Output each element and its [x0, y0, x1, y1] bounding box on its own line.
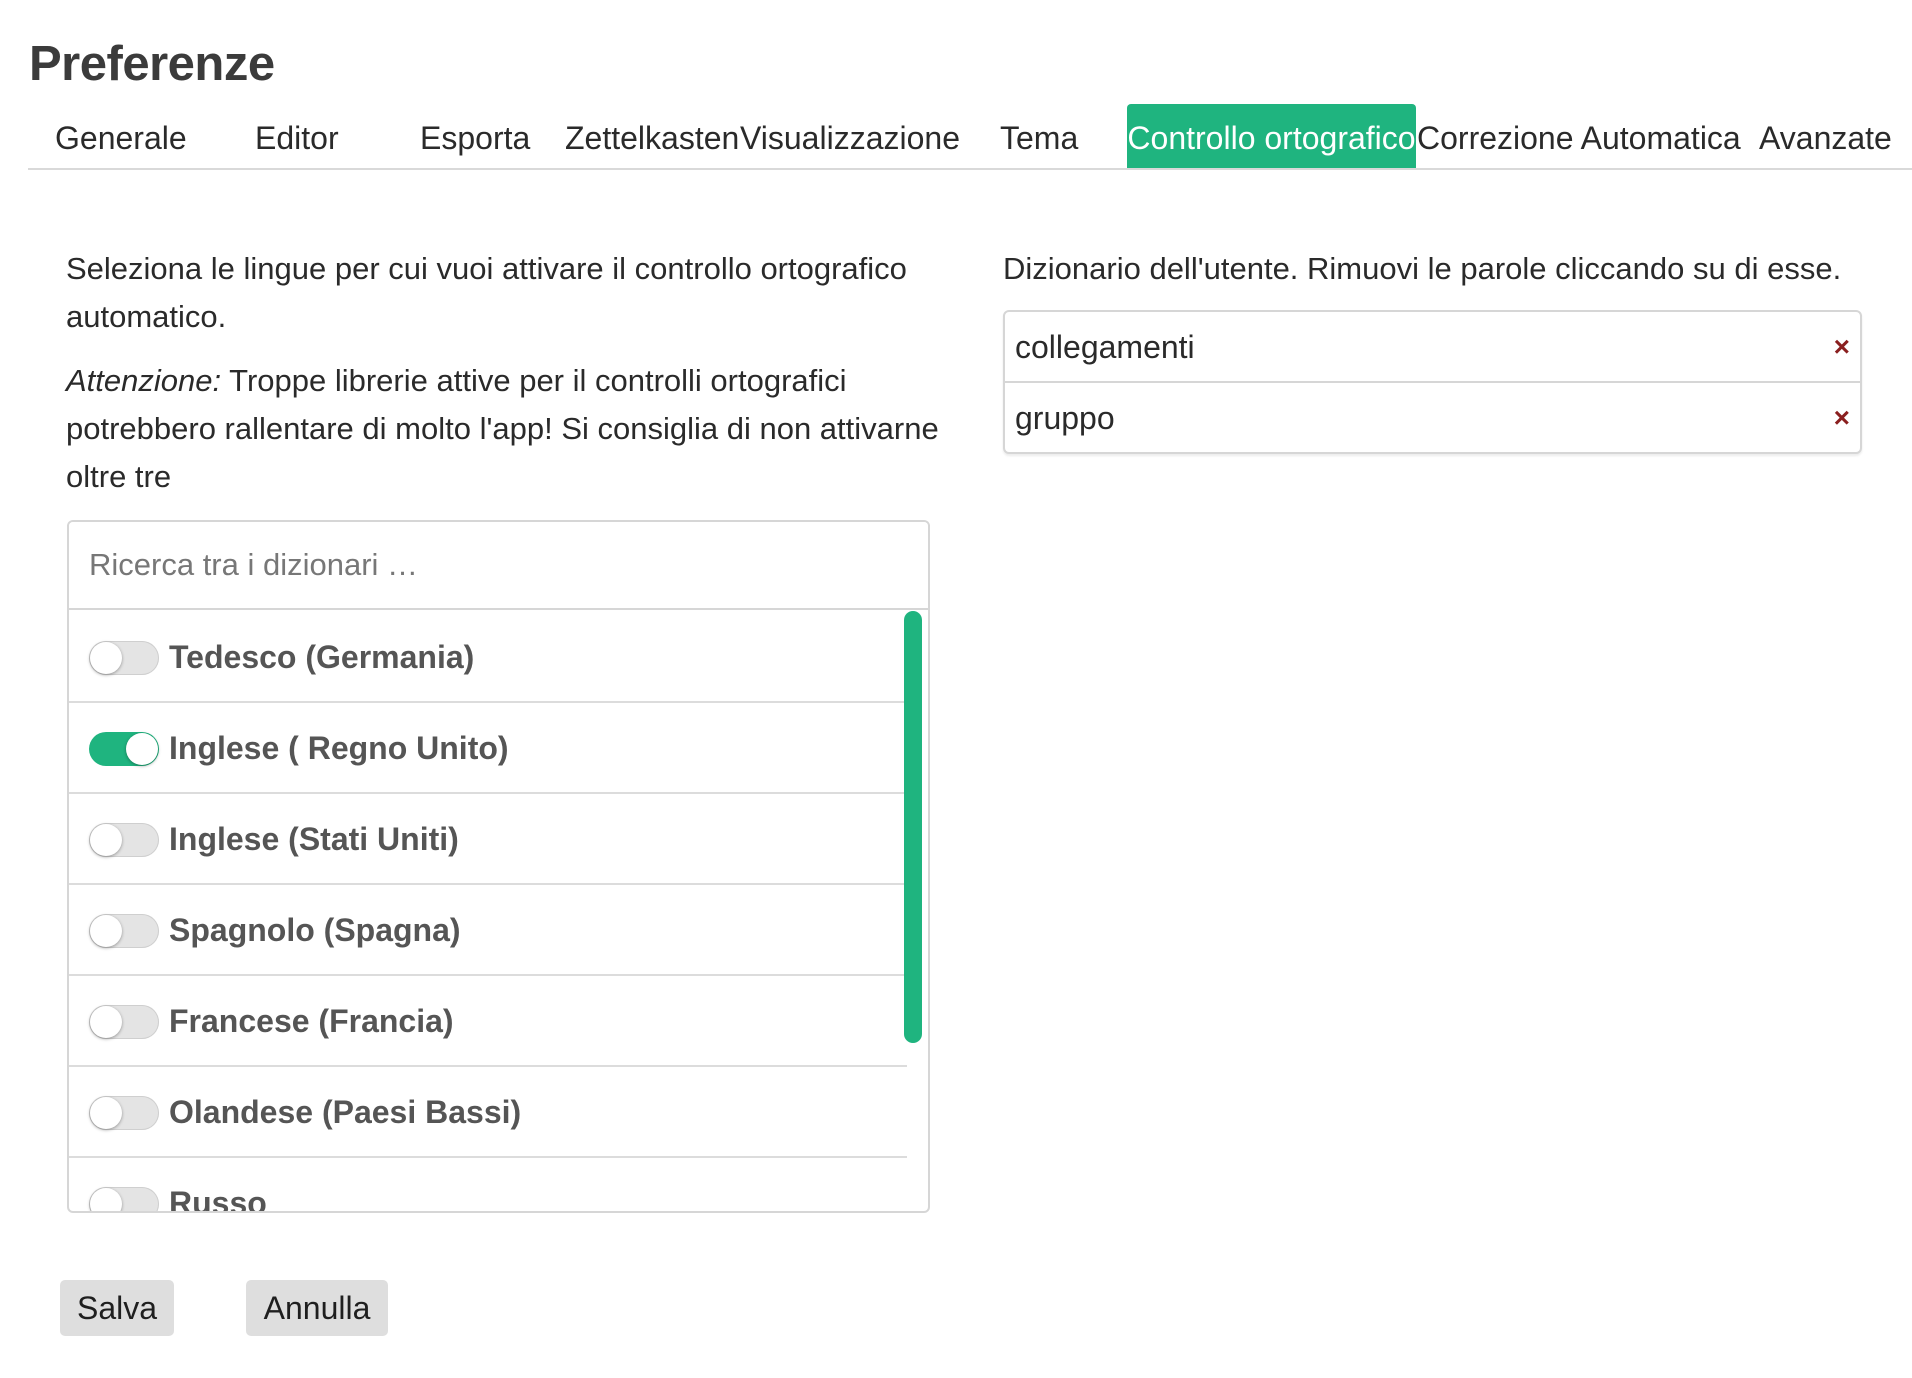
spellcheck-description: Seleziona le lingue per cui vuoi attivar… — [66, 245, 946, 501]
tab-avanzate[interactable]: Avanzate — [1759, 104, 1892, 168]
tab-visualizzazione[interactable]: Visualizzazione — [740, 104, 960, 168]
dictionary-row-russo: Russo — [69, 1158, 907, 1212]
user-word-row[interactable]: collegamenti × — [1005, 312, 1860, 383]
tab-controllo-ortografico[interactable]: Controllo ortografico — [1127, 104, 1416, 168]
dictionary-toggle[interactable] — [89, 914, 159, 948]
dictionary-row-inglese-uk: Inglese ( Regno Unito) — [69, 703, 907, 794]
user-dictionary-list: collegamenti × gruppo × — [1003, 310, 1862, 454]
user-word-label: collegamenti — [1015, 329, 1195, 365]
dictionary-label: Tedesco (Germania) — [169, 639, 475, 675]
dictionary-list-scrollbar[interactable] — [904, 611, 922, 1043]
tab-correzione-automatica[interactable]: Correzione Automatica — [1417, 104, 1741, 168]
dictionary-label: Russo — [169, 1185, 267, 1212]
save-button[interactable]: Salva — [60, 1280, 174, 1336]
tab-editor[interactable]: Editor — [255, 104, 339, 168]
toggle-knob — [90, 1188, 122, 1211]
tab-bar: Generale Editor Esporta Zettelkasten Vis… — [28, 104, 1912, 170]
tab-tema[interactable]: Tema — [1000, 104, 1078, 168]
toggle-knob — [90, 642, 122, 674]
dictionary-list: Tedesco (Germania) Inglese ( Regno Unito… — [69, 612, 907, 1212]
dictionary-search-input[interactable] — [69, 522, 928, 610]
tab-esporta[interactable]: Esporta — [420, 104, 530, 168]
user-dictionary-caption: Dizionario dell'utente. Rimuovi le parol… — [1003, 251, 1842, 286]
toggle-knob — [126, 733, 158, 765]
remove-icon[interactable]: × — [1834, 383, 1850, 452]
dictionary-toggle[interactable] — [89, 732, 159, 766]
page-title: Preferenze — [29, 37, 275, 91]
toggle-knob — [90, 1097, 122, 1129]
dictionary-toggle[interactable] — [89, 1005, 159, 1039]
cancel-button[interactable]: Annulla — [246, 1280, 388, 1336]
remove-icon[interactable]: × — [1834, 312, 1850, 382]
dictionary-row-spagnolo: Spagnolo (Spagna) — [69, 885, 907, 976]
intro-text: Seleziona le lingue per cui vuoi attivar… — [66, 251, 907, 334]
dictionary-label: Francese (Francia) — [169, 1003, 454, 1039]
dictionary-label: Spagnolo (Spagna) — [169, 912, 461, 948]
user-word-label: gruppo — [1015, 400, 1115, 436]
warning-label: Attenzione: — [66, 363, 222, 398]
preferences-window: Preferenze Generale Editor Esporta Zette… — [0, 0, 1912, 1378]
tab-generale[interactable]: Generale — [55, 104, 187, 168]
tab-zettelkasten[interactable]: Zettelkasten — [565, 104, 739, 168]
dictionary-toggle[interactable] — [89, 823, 159, 857]
toggle-knob — [90, 915, 122, 947]
dictionary-row-tedesco: Tedesco (Germania) — [69, 612, 907, 703]
toggle-knob — [90, 824, 122, 856]
dictionary-row-olandese: Olandese (Paesi Bassi) — [69, 1067, 907, 1158]
dictionary-row-francese: Francese (Francia) — [69, 976, 907, 1067]
dictionary-label: Olandese (Paesi Bassi) — [169, 1094, 522, 1130]
dictionary-toggle[interactable] — [89, 1187, 159, 1211]
warning-text: Attenzione: Troppe librerie attive per i… — [66, 357, 946, 501]
dictionary-selector: Tedesco (Germania) Inglese ( Regno Unito… — [67, 520, 930, 1213]
dictionary-toggle[interactable] — [89, 641, 159, 675]
user-word-row[interactable]: gruppo × — [1005, 383, 1860, 452]
dictionary-label: Inglese (Stati Uniti) — [169, 821, 459, 857]
toggle-knob — [90, 1006, 122, 1038]
dictionary-label: Inglese ( Regno Unito) — [169, 730, 509, 766]
dictionary-row-inglese-us: Inglese (Stati Uniti) — [69, 794, 907, 885]
dictionary-toggle[interactable] — [89, 1096, 159, 1130]
